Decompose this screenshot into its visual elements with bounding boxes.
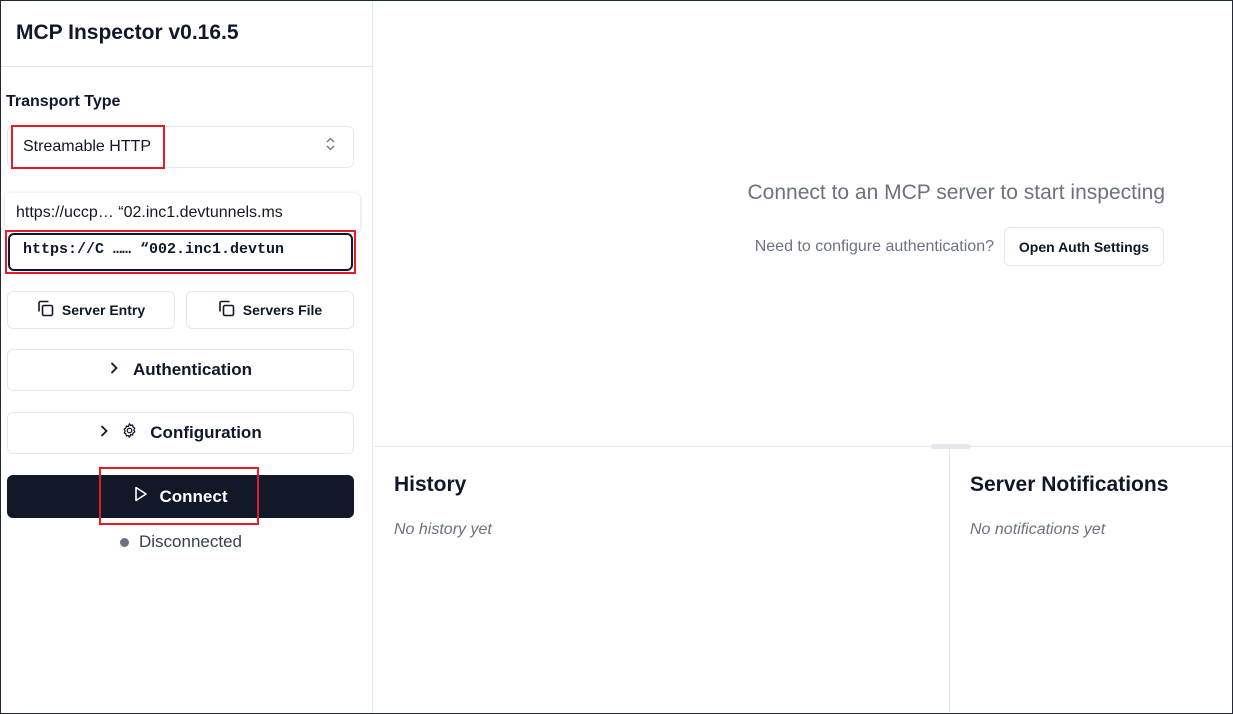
history-title: History — [394, 473, 467, 496]
notifications-empty-text: No notifications yet — [970, 521, 1106, 538]
authentication-toggle[interactable]: Authentication — [7, 349, 354, 391]
authentication-label: Authentication — [133, 360, 252, 379]
history-empty-text: No history yet — [394, 521, 492, 538]
copy-icon — [218, 300, 235, 320]
copy-icon — [37, 300, 54, 320]
chevron-right-icon — [109, 360, 119, 380]
servers-file-button[interactable]: Servers File — [186, 291, 354, 329]
status-text: Disconnected — [139, 532, 243, 551]
notifications-panel: Server Notifications No notifications ye… — [951, 447, 1232, 713]
open-auth-settings-button[interactable]: Open Auth Settings — [1004, 227, 1164, 266]
servers-file-label: Servers File — [242, 302, 323, 318]
highlight-box-url — [5, 230, 356, 274]
gear-icon — [121, 422, 138, 444]
server-entry-label: Server Entry — [61, 302, 146, 318]
main-content: Connect to an MCP server to start inspec… — [374, 1, 1232, 447]
configuration-label: Configuration — [150, 423, 262, 442]
connection-status: Disconnected — [120, 532, 242, 552]
highlight-box-transport — [11, 125, 165, 169]
transport-type-label: Transport Type — [6, 93, 121, 110]
auth-question: Need to configure authentication? — [754, 237, 994, 255]
auth-prompt-row: Need to configure authentication? Open A… — [755, 227, 1164, 266]
chevron-right-icon — [99, 423, 109, 443]
main-panel: Connect to an MCP server to start inspec… — [374, 1, 1232, 713]
url-autocomplete-suggestion[interactable]: https://uccp… “02.inc1.devtunnels.ms — [5, 193, 360, 233]
status-dot — [120, 537, 129, 547]
configuration-toggle[interactable]: Configuration — [7, 412, 354, 454]
server-entry-button[interactable]: Server Entry — [7, 291, 175, 329]
connect-message: Connect to an MCP server to start inspec… — [747, 181, 1165, 204]
app-title: MCP Inspector v0.16.5 — [16, 21, 239, 44]
highlight-box-connect — [99, 467, 259, 525]
notifications-title: Server Notifications — [970, 473, 1169, 496]
chevron-up-down-icon — [326, 137, 335, 152]
history-panel: History No history yet — [374, 447, 950, 713]
sidebar-header: MCP Inspector v0.16.5 — [1, 1, 372, 67]
sidebar: MCP Inspector v0.16.5 Transport Type Str… — [1, 1, 373, 713]
